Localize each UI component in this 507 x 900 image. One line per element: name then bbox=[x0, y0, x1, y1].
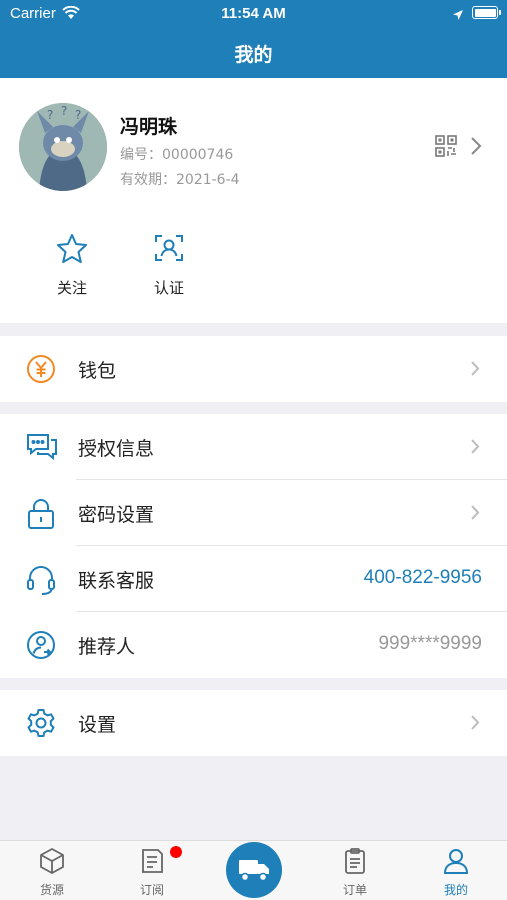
clipboard-icon bbox=[341, 848, 369, 879]
verify-shortcut[interactable]: 认证 bbox=[134, 233, 204, 298]
headset-icon bbox=[26, 564, 56, 600]
chevron-right-icon bbox=[470, 504, 480, 525]
location-arrow-icon bbox=[452, 6, 464, 25]
id-scan-icon bbox=[153, 235, 185, 267]
qr-code-icon[interactable] bbox=[435, 135, 457, 161]
nav-header: Carrier 11:54 AM 我的 bbox=[0, 0, 507, 78]
gear-icon bbox=[26, 708, 56, 742]
person-icon bbox=[442, 849, 470, 879]
user-number-label: 编号： bbox=[120, 147, 162, 163]
user-number-value: 00000746 bbox=[162, 147, 234, 163]
tab-cargo-label: 货源 bbox=[39, 883, 64, 897]
auth-info-label: 授权信息 bbox=[78, 438, 155, 460]
status-bar: Carrier 11:54 AM bbox=[0, 0, 507, 28]
user-name: 冯明珠 bbox=[120, 116, 178, 138]
account-group: 授权信息 密码设置 联系客服 400-822-9956 推荐人 999****9… bbox=[0, 414, 507, 678]
svg-text:?: ? bbox=[61, 104, 67, 118]
svg-text:?: ? bbox=[75, 108, 81, 122]
yuan-coin-icon bbox=[26, 354, 56, 388]
settings-row[interactable]: 设置 bbox=[0, 690, 507, 756]
tab-mine-label: 我的 bbox=[443, 883, 468, 897]
tab-orders-label: 订单 bbox=[342, 883, 367, 897]
verify-label: 认证 bbox=[153, 279, 184, 297]
password-label: 密码设置 bbox=[78, 504, 155, 526]
lock-icon bbox=[26, 498, 56, 534]
avatar[interactable]: ? ? ? bbox=[19, 103, 107, 191]
chevron-right-icon[interactable] bbox=[470, 136, 482, 160]
tab-subscribe-label: 订阅 bbox=[139, 883, 164, 897]
tab-orders[interactable]: 订单 bbox=[325, 847, 385, 898]
referrer-value: 999****9999 bbox=[378, 633, 482, 654]
user-circle-icon bbox=[26, 630, 56, 664]
tab-truck-button[interactable] bbox=[226, 842, 282, 898]
user-validity-label: 有效期： bbox=[120, 172, 176, 188]
settings-label: 设置 bbox=[78, 714, 117, 736]
profile-card[interactable]: ? ? ? 冯明珠 编号：00000746 有效期：2021-6-4 关注 认证 bbox=[0, 78, 507, 323]
page-title: 我的 bbox=[234, 44, 273, 66]
wallet-label: 钱包 bbox=[78, 360, 117, 382]
follow-label: 关注 bbox=[56, 279, 87, 297]
star-icon bbox=[56, 234, 88, 267]
chat-bubbles-icon bbox=[26, 432, 58, 464]
support-label: 联系客服 bbox=[78, 570, 155, 592]
password-row[interactable]: 密码设置 bbox=[0, 480, 507, 546]
referrer-label: 推荐人 bbox=[78, 636, 136, 658]
chevron-right-icon bbox=[470, 360, 480, 381]
follow-shortcut[interactable]: 关注 bbox=[37, 233, 107, 298]
battery-icon bbox=[472, 6, 501, 19]
document-icon bbox=[138, 849, 166, 879]
chevron-right-icon bbox=[470, 438, 480, 459]
notification-badge bbox=[170, 846, 182, 858]
clock: 11:54 AM bbox=[221, 5, 286, 22]
user-validity-value: 2021-6-4 bbox=[176, 172, 240, 188]
auth-info-row[interactable]: 授权信息 bbox=[0, 414, 507, 480]
tab-cargo[interactable]: 货源 bbox=[22, 847, 82, 898]
chevron-right-icon bbox=[470, 714, 480, 735]
box-icon bbox=[38, 848, 66, 879]
tab-mine[interactable]: 我的 bbox=[426, 847, 486, 898]
svg-text:?: ? bbox=[47, 108, 53, 122]
wallet-group: 钱包 bbox=[0, 336, 507, 402]
support-row[interactable]: 联系客服 400-822-9956 bbox=[0, 546, 507, 612]
support-phone-link[interactable]: 400-822-9956 bbox=[364, 567, 482, 589]
user-validity: 有效期：2021-6-4 bbox=[120, 169, 240, 189]
settings-group: 设置 bbox=[0, 690, 507, 756]
user-number: 编号：00000746 bbox=[120, 144, 233, 164]
referrer-row[interactable]: 推荐人 999****9999 bbox=[0, 612, 507, 678]
wallet-row[interactable]: 钱包 bbox=[0, 336, 507, 402]
